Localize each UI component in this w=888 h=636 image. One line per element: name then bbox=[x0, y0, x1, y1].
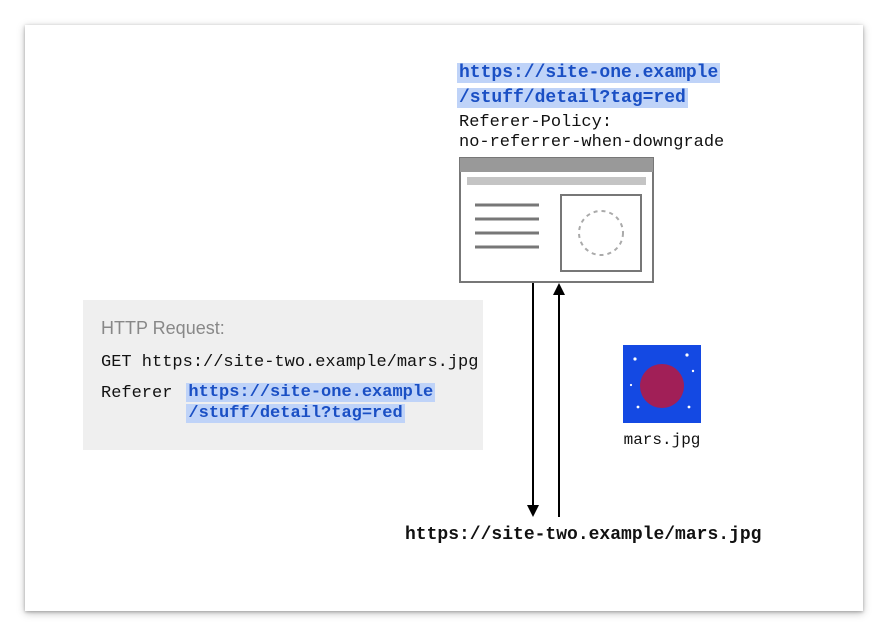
referer-url-line2: /stuff/detail?tag=red bbox=[186, 404, 404, 423]
browser-window-icon bbox=[459, 157, 654, 283]
referer-url-line1: https://site-one.example bbox=[186, 383, 435, 402]
source-url-line2: /stuff/detail?tag=red bbox=[457, 88, 688, 108]
source-url: https://site-one.example /stuff/detail?t… bbox=[457, 60, 720, 109]
referer-policy-label: Referer-Policy: no-referrer-when-downgra… bbox=[459, 113, 724, 154]
http-referer-label: Referer bbox=[101, 382, 172, 403]
http-request-box: HTTP Request: GET https://site-two.examp… bbox=[83, 300, 483, 450]
http-referer-row: Referer https://site-one.example /stuff/… bbox=[101, 382, 465, 425]
mars-image-label: mars.jpg bbox=[623, 431, 701, 449]
http-get-line: GET https://site-two.example/mars.jpg bbox=[101, 353, 465, 372]
request-response-arrows bbox=[515, 283, 575, 526]
mars-image-thumbnail: mars.jpg bbox=[623, 345, 701, 449]
source-url-line1: https://site-one.example bbox=[457, 63, 720, 83]
http-request-title: HTTP Request: bbox=[101, 318, 465, 339]
diagram-canvas: https://site-one.example /stuff/detail?t… bbox=[25, 25, 863, 611]
http-referer-url: https://site-one.example /stuff/detail?t… bbox=[186, 382, 435, 425]
mars-image-icon bbox=[623, 345, 701, 423]
destination-url: https://site-two.example/mars.jpg bbox=[405, 525, 761, 545]
